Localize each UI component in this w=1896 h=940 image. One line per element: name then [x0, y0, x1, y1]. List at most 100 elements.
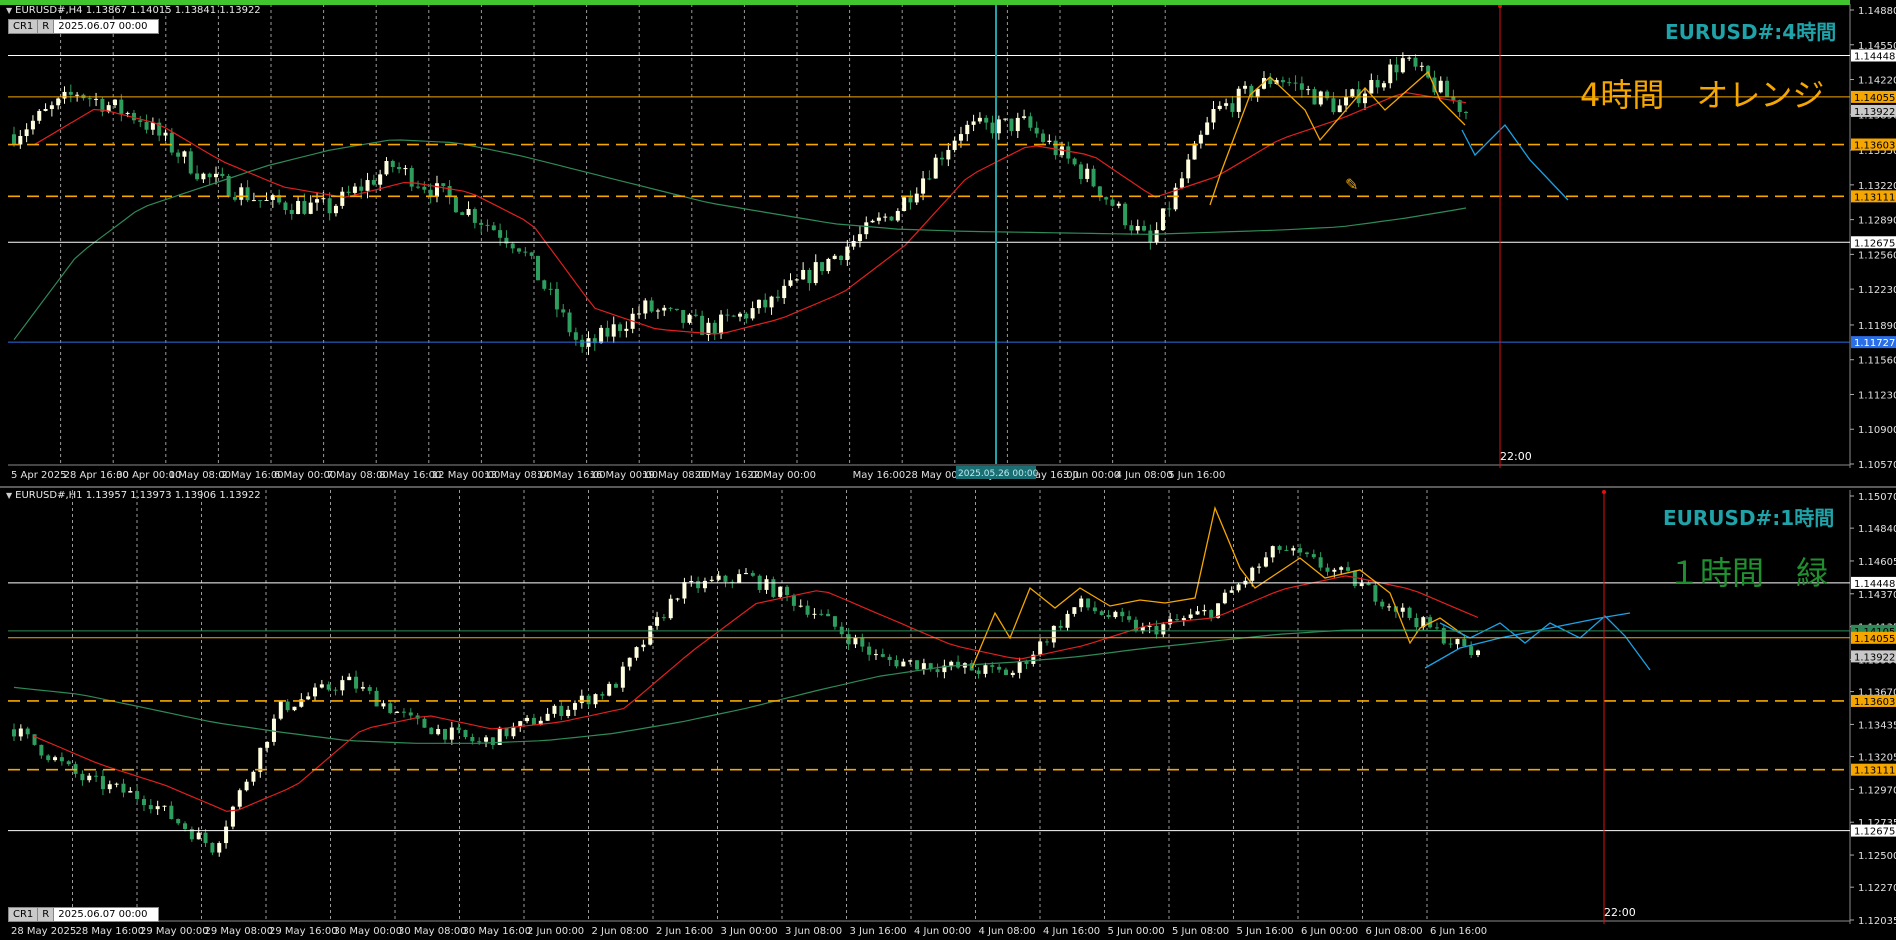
- candle-body: [313, 687, 318, 697]
- candle-body: [668, 307, 673, 309]
- candle-body: [37, 110, 42, 121]
- candle-body: [820, 262, 825, 272]
- candle-body: [709, 579, 714, 581]
- candle-body: [1160, 208, 1165, 231]
- price-level-tag-text: 1.11727: [1854, 338, 1895, 349]
- candle-body: [182, 151, 187, 157]
- candle-body: [832, 255, 837, 259]
- h4-chart-pane[interactable]: 5 Apr 2025 28 Apr 16:00 30 Apr 00:00 1 May …: [0, 0, 1896, 484]
- candle-body: [956, 661, 961, 668]
- candle-body: [853, 638, 858, 645]
- candle-body: [1311, 554, 1316, 558]
- candle-body: [1106, 614, 1111, 618]
- candle-body: [921, 663, 926, 670]
- candle-body: [1154, 230, 1159, 243]
- candle-body: [360, 687, 365, 689]
- candle-body: [128, 791, 133, 793]
- price-level-tag-text: 1.13111: [1854, 192, 1895, 203]
- candle-body: [119, 99, 124, 114]
- candle-body: [169, 805, 174, 820]
- candle-body: [239, 187, 244, 200]
- time-tick-label: 4 Jun 16:00: [1043, 926, 1100, 937]
- candle-body: [453, 197, 458, 213]
- candle-body: [946, 149, 951, 160]
- time-tick-label: 22 May 00:00: [747, 470, 816, 481]
- candle-body: [1352, 570, 1357, 587]
- candle-body: [491, 225, 496, 231]
- candle-body: [977, 117, 982, 122]
- candle-body: [668, 598, 673, 619]
- candle-body: [826, 613, 831, 617]
- candle-body: [1116, 203, 1121, 206]
- h4-date-box[interactable]: 2025.06.07 00:00: [54, 19, 159, 34]
- candle-body: [983, 665, 988, 674]
- price-tick-label: 1.13435: [1858, 720, 1896, 731]
- candle-body: [548, 288, 553, 290]
- candle-body: [59, 757, 64, 762]
- candle-body: [1148, 230, 1153, 243]
- candle-body: [43, 108, 48, 111]
- candle-body: [1038, 641, 1043, 655]
- candle-body: [845, 246, 850, 261]
- candle-body: [230, 806, 235, 827]
- candle-body: [340, 680, 345, 691]
- candle-body: [1455, 638, 1460, 645]
- candle-body: [18, 135, 23, 145]
- candle-body: [696, 581, 701, 589]
- candle-body: [984, 117, 989, 123]
- candle-body: [675, 598, 680, 600]
- candle-body: [1028, 116, 1033, 128]
- candle-body: [397, 166, 402, 170]
- candle-body: [788, 280, 793, 286]
- candle-body: [655, 617, 660, 626]
- candle-body: [567, 312, 572, 333]
- price-tick-label: 1.12035: [1858, 916, 1896, 927]
- candle-body: [271, 718, 276, 742]
- candle-body: [1448, 643, 1453, 645]
- candle-body: [1099, 611, 1104, 615]
- candle-body: [46, 755, 51, 761]
- candle-body: [12, 729, 16, 737]
- candle-body: [554, 288, 559, 310]
- h1-chart-pane[interactable]: 28 May 2025 28 May 16:00 29 May 00:00 29 Ma…: [0, 486, 1896, 940]
- candle-body: [319, 684, 324, 688]
- h1-r-button[interactable]: R: [38, 907, 55, 922]
- h1-date-box[interactable]: 2025.06.07 00:00: [54, 907, 159, 922]
- candle-body: [201, 173, 206, 180]
- candle-body: [232, 196, 237, 200]
- candle-body: [306, 696, 311, 700]
- candle-body: [921, 178, 926, 194]
- candle-body: [1230, 103, 1235, 112]
- candle-body: [620, 666, 625, 688]
- candle-body: [785, 586, 790, 596]
- candle-body: [490, 737, 495, 745]
- candle-body: [649, 300, 654, 312]
- time-tick-label: 3 Jun 00:00: [721, 926, 778, 937]
- time-tick-label: 5 Jun 16:00: [1237, 926, 1294, 937]
- candle-body: [949, 661, 954, 666]
- h4-cr1-button[interactable]: CR1: [8, 19, 39, 34]
- candle-body: [196, 832, 201, 840]
- collapse-triangle-icon[interactable]: ▼: [6, 491, 12, 500]
- candle-body: [535, 255, 540, 281]
- candle-body: [775, 296, 780, 299]
- h4-controls: CR1 R 2025.06.07 00:00: [8, 19, 159, 34]
- candle-body: [731, 315, 736, 317]
- h1-cr1-button[interactable]: CR1: [8, 907, 39, 922]
- candle-body: [1003, 118, 1008, 120]
- candle-body: [422, 718, 427, 728]
- collapse-triangle-icon[interactable]: ▼: [6, 6, 12, 15]
- candle-body: [1010, 672, 1015, 676]
- candle-body: [914, 193, 919, 203]
- candle-body: [1110, 199, 1115, 206]
- candle-body: [763, 299, 768, 308]
- candle-body: [873, 654, 878, 656]
- h4-r-button[interactable]: R: [38, 19, 55, 34]
- candle-body: [542, 280, 547, 289]
- h1-chart-canvas[interactable]: 28 May 2025 28 May 16:0029 May 00:0029 Ma…: [0, 488, 1896, 938]
- candle-body: [237, 790, 242, 807]
- candle-body: [952, 140, 957, 150]
- candle-body: [1041, 133, 1046, 142]
- candle-body: [624, 328, 629, 331]
- candle-body: [285, 701, 290, 711]
